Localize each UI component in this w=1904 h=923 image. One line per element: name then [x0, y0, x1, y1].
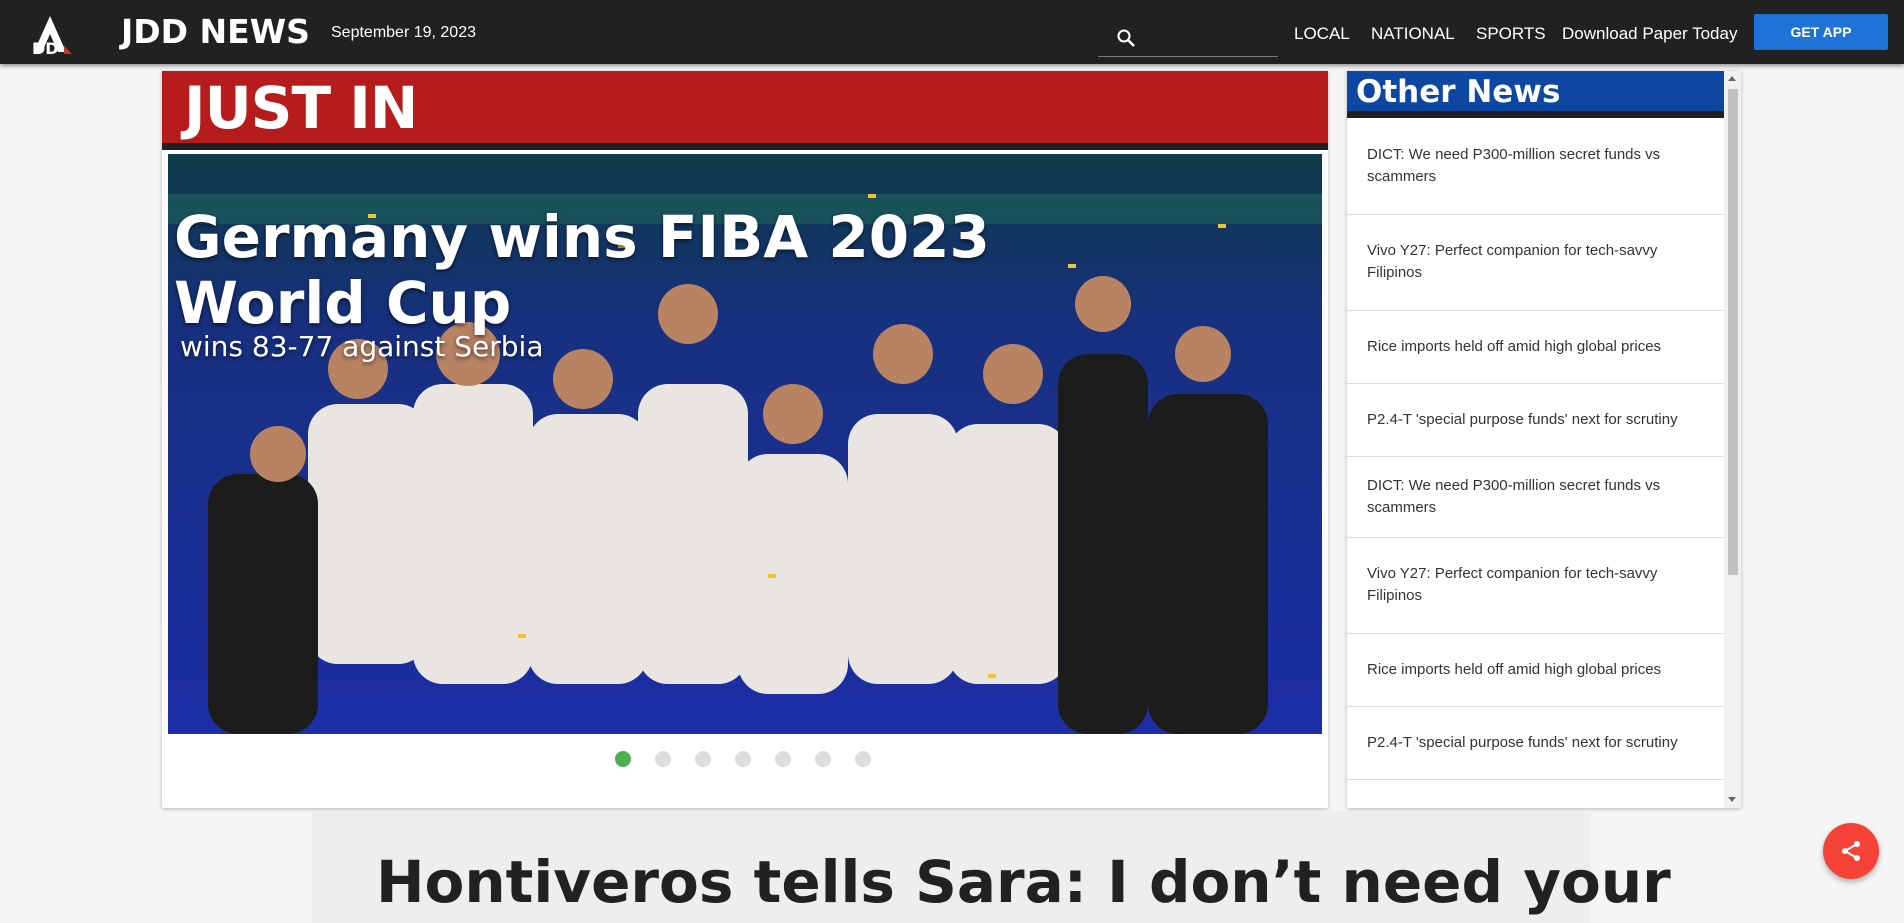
just-in-title: JUST IN [184, 74, 418, 142]
news-item[interactable]: Rice imports held off amid high global p… [1347, 633, 1724, 707]
news-item-label: Vivo Y27: Perfect companion for tech-sav… [1367, 242, 1658, 281]
just-in-card: JUST IN Germany wins FIBA 2023 World Cup… [162, 71, 1328, 808]
carousel-slide[interactable]: Germany wins FIBA 2023 World Cup wins 83… [168, 154, 1322, 734]
news-item-label: Vivo Y27: Perfect companion for tech-sav… [1367, 565, 1658, 604]
jdd-logo-icon[interactable]: DD [30, 16, 76, 58]
news-item-label: Rice imports held off amid high global p… [1367, 337, 1662, 355]
nav-download-paper[interactable]: Download Paper Today [1562, 24, 1737, 44]
news-item-label: DICT: We need P300-million secret funds … [1367, 476, 1661, 516]
other-news-header: Other News [1347, 71, 1724, 118]
svg-text:DD: DD [32, 39, 59, 56]
news-item[interactable]: DICT: We need P300-million secret funds … [1347, 118, 1724, 215]
carousel-dot-2[interactable] [655, 751, 671, 767]
current-date: September 19, 2023 [331, 24, 476, 41]
nav-national[interactable]: NATIONAL [1371, 24, 1455, 44]
news-item[interactable]: Vivo Y27: Perfect companion for tech-sav… [1347, 214, 1724, 311]
just-in-header: JUST IN [162, 71, 1328, 150]
other-news-title: Other News [1356, 74, 1561, 110]
news-item[interactable]: P2.4-T 'special purpose funds' next for … [1347, 706, 1724, 780]
scroll-down-icon[interactable] [1728, 797, 1736, 802]
nav-sports[interactable]: SPORTS [1476, 24, 1546, 44]
carousel-dot-6[interactable] [815, 751, 831, 767]
carousel-dot-5[interactable] [775, 751, 791, 767]
news-item-label: P2.4-T 'special purpose funds' next for … [1367, 410, 1678, 428]
article-title[interactable]: Hontiveros tells Sara: I don’t need your [376, 849, 1671, 915]
nav-local[interactable]: LOCAL [1294, 24, 1350, 44]
search-field[interactable] [1098, 20, 1278, 57]
scroll-up-icon[interactable] [1728, 76, 1736, 81]
brand-name[interactable]: JDD NEWS [121, 12, 310, 52]
other-news-scrollbar[interactable] [1724, 71, 1741, 808]
news-item-label: P2.4-T 'special purpose funds' next for … [1367, 733, 1678, 751]
share-icon [1842, 841, 1860, 861]
carousel-dot-7[interactable] [855, 751, 871, 767]
carousel-dot-4[interactable] [735, 751, 751, 767]
get-app-button[interactable]: GET APP [1754, 14, 1888, 50]
news-item[interactable]: DICT: We need P300-million secret funds … [1347, 456, 1724, 538]
carousel-dot-1[interactable] [615, 751, 631, 767]
slide-subheadline: wins 83-77 against Serbia [180, 330, 544, 363]
share-button[interactable] [1823, 823, 1879, 879]
news-item[interactable]: Vivo Y27: Perfect companion for tech-sav… [1347, 537, 1724, 634]
scroll-thumb[interactable] [1728, 89, 1738, 575]
search-icon[interactable] [1116, 28, 1136, 48]
article-section: Hontiveros tells Sara: I don’t need your [312, 811, 1671, 923]
other-news-card: Other News DICT: We need P300-million se… [1347, 71, 1741, 808]
news-item-label: DICT: We need P300-million secret funds … [1367, 146, 1661, 185]
news-item-label: Rice imports held off amid high global p… [1367, 660, 1662, 678]
top-navbar: DD JDD NEWS September 19, 2023 LOCAL NAT… [0, 0, 1904, 64]
news-item[interactable]: P2.4-T 'special purpose funds' next for … [1347, 383, 1724, 457]
carousel-dot-3[interactable] [695, 751, 711, 767]
news-item[interactable]: Rice imports held off amid high global p… [1347, 310, 1724, 384]
slide-headline[interactable]: Germany wins FIBA 2023 World Cup [174, 204, 1154, 336]
